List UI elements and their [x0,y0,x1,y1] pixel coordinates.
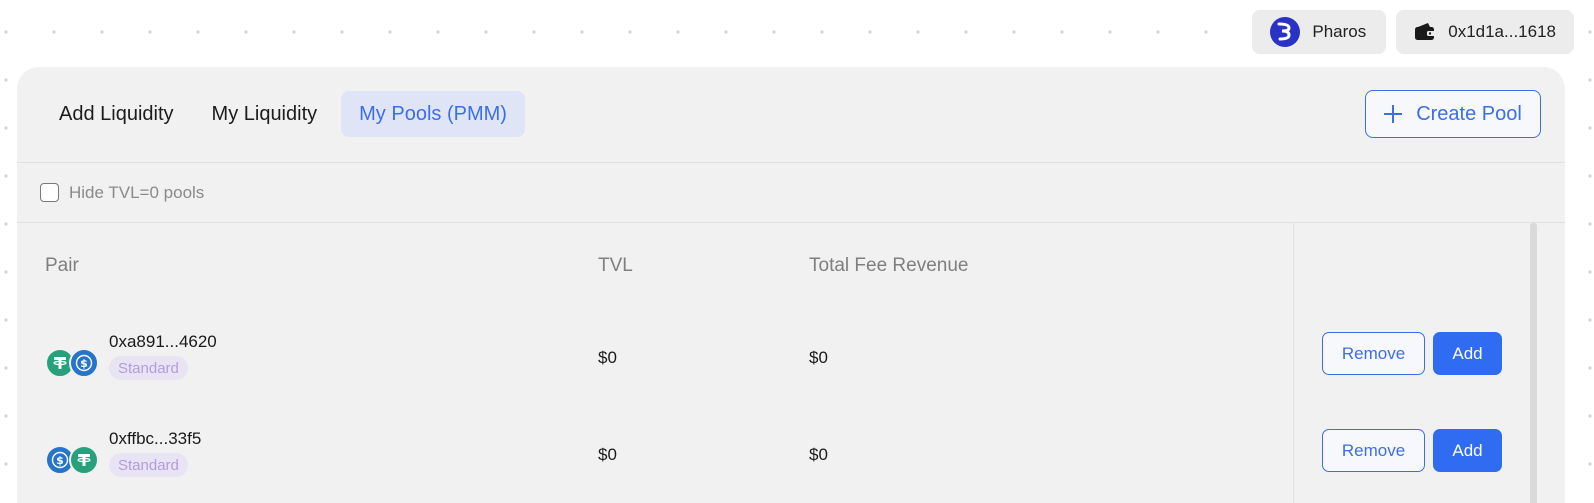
pool-type-badge: Standard [109,356,188,380]
tvl-value: $0 [598,348,617,367]
pool-address[interactable]: 0xa891...4620 [109,332,217,352]
plus-icon [1384,105,1403,123]
add-button[interactable]: Add [1433,332,1502,375]
table-row: $ 0xffbc...33f5 Standard $0 $0 Remove Ad… [17,429,1557,489]
chain-selector[interactable]: Pharos [1252,10,1387,54]
tab-add-liquidity[interactable]: Add Liquidity [45,91,188,137]
pool-address[interactable]: 0xffbc...33f5 [109,429,201,449]
hide-tvl-zero-label: Hide TVL=0 pools [69,182,205,202]
column-header-fee-revenue: Total Fee Revenue [809,255,969,276]
add-button[interactable]: Add [1433,429,1502,472]
column-header-pair: Pair [45,255,79,276]
token-pair-icons: $ [45,445,99,475]
remove-button[interactable]: Remove [1322,332,1425,375]
create-pool-label: Create Pool [1416,102,1522,125]
tab-my-pools[interactable]: My Pools (PMM) [341,91,525,137]
create-pool-button[interactable]: Create Pool [1365,90,1541,138]
fee-revenue-value: $0 [809,445,828,464]
usdc-icon: $ [69,348,99,378]
svg-text:$: $ [56,454,64,467]
pharos-logo-icon [1270,17,1301,47]
pools-panel: Add Liquidity My Liquidity My Pools (PMM… [17,67,1565,503]
wallet-address: 0x1d1a...1618 [1448,22,1556,41]
remove-button[interactable]: Remove [1322,429,1425,472]
chain-name: Pharos [1312,22,1367,41]
tvl-value: $0 [598,445,617,464]
fee-revenue-value: $0 [809,348,828,367]
tab-my-liquidity[interactable]: My Liquidity [198,91,332,137]
tabs-row: Add Liquidity My Liquidity My Pools (PMM… [17,67,1565,163]
svg-text:$: $ [80,357,88,370]
filter-row: Hide TVL=0 pools [17,163,1565,223]
pool-type-badge: Standard [109,453,188,477]
column-header-tvl: TVL [598,255,633,276]
token-pair-icons: $ [45,348,99,378]
usdt-icon [69,445,99,475]
top-bar: Pharos 0x1d1a...1618 [1252,10,1574,54]
tab-bar: Add Liquidity My Liquidity My Pools (PMM… [45,91,535,137]
wallet-button[interactable]: 0x1d1a...1618 [1396,10,1574,54]
hide-tvl-zero-checkbox[interactable] [40,183,59,202]
wallet-icon [1414,21,1436,43]
table-row: $ 0xa891...4620 Standard $0 $0 Remove Ad… [17,332,1557,392]
